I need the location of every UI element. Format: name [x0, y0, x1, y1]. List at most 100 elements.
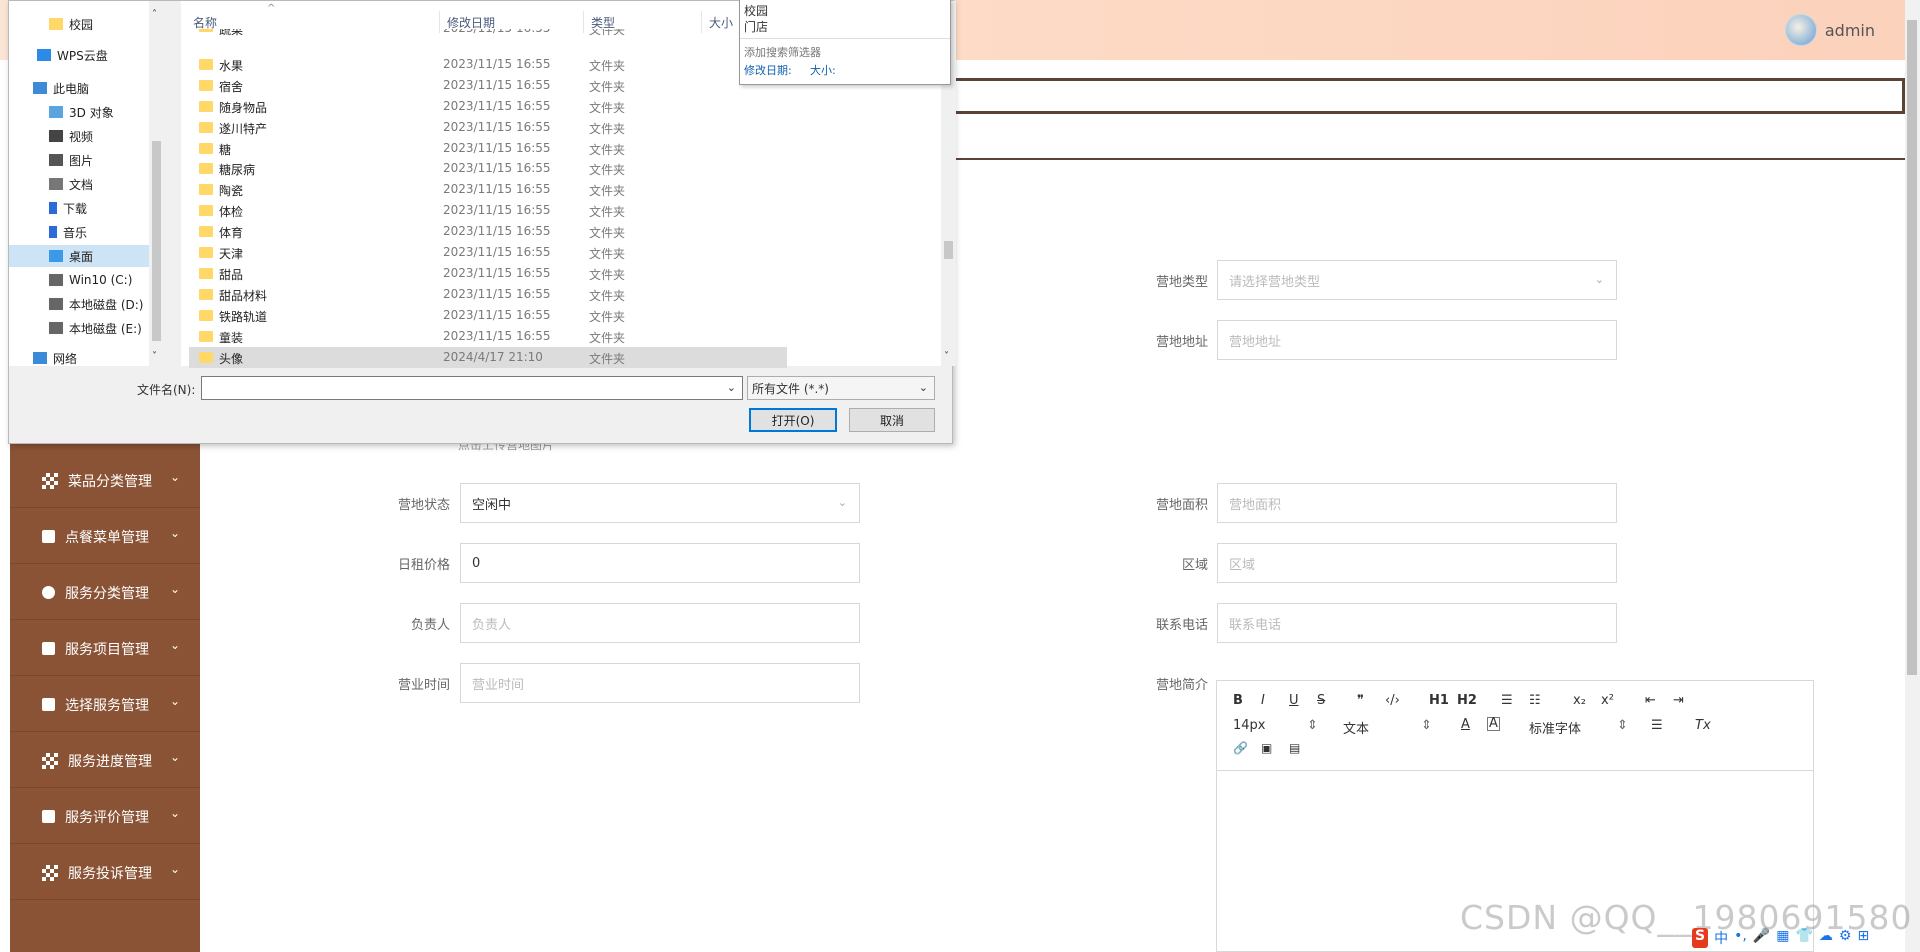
filetype-select[interactable]: 所有文件 (*.*) ⌄ [747, 376, 935, 400]
nav-item[interactable]: 视频 [9, 125, 149, 147]
file-row[interactable]: 遂川特产 2023/11/15 16:55 文件夹 [189, 117, 787, 138]
editor-toolbar-button[interactable]: U [1289, 693, 1299, 708]
file-row[interactable]: 宿舍 2023/11/15 16:55 文件夹 [189, 75, 787, 96]
nav-item[interactable]: 音乐 [9, 221, 149, 243]
daily-price-input[interactable]: 0 [460, 543, 860, 583]
editor-toolbar-button[interactable]: x² [1601, 693, 1614, 708]
suggestion-item[interactable]: 门店 [744, 18, 768, 35]
username[interactable]: admin [1825, 21, 1875, 40]
region-input[interactable]: 区域 [1217, 543, 1617, 583]
nav-item[interactable]: 下载 [9, 197, 149, 219]
phone-input[interactable]: 联系电话 [1217, 603, 1617, 643]
tray-icon[interactable]: 🎤 [1753, 928, 1770, 948]
cube-icon [49, 106, 63, 118]
file-row[interactable]: 水果 2023/11/15 16:55 文件夹 [189, 54, 787, 75]
file-row[interactable]: 甜品材料 2023/11/15 16:55 文件夹 [189, 284, 787, 305]
nav-item[interactable]: Win10 (C:) [9, 269, 149, 291]
file-row[interactable]: 糖尿病 2023/11/15 16:55 文件夹 [189, 158, 787, 179]
editor-toolbar-button[interactable]: ☰ [1501, 693, 1513, 708]
filter-size-link[interactable]: 大小: [810, 62, 836, 78]
clear-format-button[interactable]: Tx [1695, 718, 1711, 733]
editor-toolbar-button[interactable]: H2 [1457, 693, 1477, 708]
file-row[interactable]: 甜品 2023/11/15 16:55 文件夹 [189, 263, 787, 284]
editor-toolbar-button[interactable]: ☷ [1529, 693, 1541, 708]
open-button[interactable]: 打开(O) [749, 408, 837, 432]
suggestion-item[interactable]: 校园 [744, 2, 768, 19]
text-type-select[interactable]: 文本 [1343, 718, 1369, 737]
file-row[interactable]: 天津 2023/11/15 16:55 文件夹 [189, 242, 787, 263]
nav-item[interactable]: WPS云盘 [9, 44, 149, 66]
venue-address-input[interactable]: 营地地址 [1217, 320, 1617, 360]
editor-toolbar-button[interactable]: ‹/› [1385, 693, 1400, 708]
filter-date-link[interactable]: 修改日期: [744, 62, 792, 78]
sidebar-item[interactable]: 选择服务管理 ⌄ [10, 678, 200, 732]
editor-toolbar-button[interactable]: H1 [1429, 693, 1449, 708]
tray-icon[interactable]: 👕 [1795, 928, 1812, 948]
editor-toolbar-button[interactable]: x₂ [1573, 693, 1586, 708]
scroll-down-icon[interactable]: ˅ [944, 351, 949, 362]
file-row[interactable]: 蔬菜 2023/11/15 16:55 文件夹 [189, 29, 787, 41]
nav-item[interactable]: 网络 [9, 347, 149, 369]
file-scroll-thumb[interactable] [944, 241, 953, 259]
file-row[interactable]: 铁路轨道 2023/11/15 16:55 文件夹 [189, 305, 787, 326]
file-row[interactable]: 糖 2023/11/15 16:55 文件夹 [189, 138, 787, 159]
editor-toolbar-button[interactable]: S [1317, 693, 1325, 708]
nav-item[interactable]: 校园 [9, 13, 149, 35]
video-icon[interactable]: ▤ [1289, 741, 1300, 755]
filename-input[interactable]: ⌄ [201, 376, 743, 400]
sidebar-item[interactable]: 服务投诉管理 ⌄ [10, 846, 200, 900]
nav-item[interactable]: 图片 [9, 149, 149, 171]
font-size-select[interactable]: 14px [1233, 718, 1266, 733]
file-row[interactable]: 头像 2024/4/17 21:10 文件夹 [189, 346, 787, 368]
venue-area-input[interactable]: 营地面积 [1217, 483, 1617, 523]
tray-icon[interactable]: S [1692, 928, 1709, 948]
manager-input[interactable]: 负责人 [460, 603, 860, 643]
sidebar-item[interactable]: 菜品分类管理 ⌄ [10, 454, 200, 508]
file-row[interactable]: 体检 2023/11/15 16:55 文件夹 [189, 200, 787, 221]
venue-type-select[interactable]: 请选择营地类型 ⌄ [1217, 260, 1617, 300]
font-color-button[interactable]: A [1461, 717, 1470, 732]
image-icon[interactable]: ▣ [1261, 741, 1272, 755]
tray-icon[interactable]: ⚙ [1839, 928, 1852, 948]
venue-status-select[interactable]: 空闲中 ⌄ [460, 483, 860, 523]
nav-scroll-thumb[interactable] [152, 141, 161, 341]
background-color-button[interactable]: A [1487, 717, 1500, 731]
file-row[interactable]: 童装 2023/11/15 16:55 文件夹 [189, 326, 787, 347]
file-row[interactable]: 随身物品 2023/11/15 16:55 文件夹 [189, 96, 787, 117]
tray-icon[interactable]: ▦ [1776, 928, 1789, 948]
tray-icon[interactable]: 中 [1714, 928, 1728, 948]
editor-toolbar-button[interactable]: ⇤ [1645, 693, 1656, 708]
nav-scrollbar[interactable]: ˄ ˅ [149, 1, 164, 366]
page-scroll-thumb[interactable] [1907, 20, 1917, 675]
editor-toolbar-button[interactable]: B [1233, 693, 1243, 708]
editor-toolbar-button[interactable]: ❞ [1357, 693, 1364, 708]
chevron-down-icon[interactable]: ⌄ [727, 381, 736, 394]
file-row[interactable]: 陶瓷 2023/11/15 16:55 文件夹 [189, 179, 787, 200]
tray-icon[interactable]: •, [1734, 928, 1747, 948]
font-family-select[interactable]: 标准字体 [1529, 718, 1581, 737]
file-row[interactable]: 体育 2023/11/15 16:55 文件夹 [189, 221, 787, 242]
user-menu[interactable]: admin [1784, 14, 1875, 46]
sidebar-item[interactable]: 服务评价管理 ⌄ [10, 790, 200, 844]
sidebar-item[interactable]: 点餐菜单管理 ⌄ [10, 510, 200, 564]
nav-item[interactable]: 桌面 [9, 245, 149, 267]
cancel-button[interactable]: 取消 [849, 408, 935, 432]
nav-item[interactable]: 此电脑 [9, 77, 149, 99]
editor-toolbar-button[interactable]: ⇥ [1673, 693, 1684, 708]
tray-icon[interactable]: ☁ [1819, 928, 1833, 948]
sidebar-item[interactable]: 服务分类管理 ⌄ [10, 566, 200, 620]
scroll-down-icon[interactable]: ˅ [152, 351, 157, 362]
scroll-up-icon[interactable]: ˄ [152, 9, 157, 20]
nav-item[interactable]: 本地磁盘 (E:) [9, 317, 149, 339]
sidebar-item[interactable]: 服务项目管理 ⌄ [10, 622, 200, 676]
sidebar-item[interactable]: 服务进度管理 ⌄ [10, 734, 200, 788]
hours-input[interactable]: 营业时间 [460, 663, 860, 703]
tray-icon[interactable]: ⊞ [1857, 928, 1869, 948]
link-icon[interactable]: 🔗 [1233, 741, 1248, 755]
align-button[interactable]: ☰ [1651, 718, 1663, 733]
editor-toolbar-button[interactable]: I [1261, 693, 1265, 708]
avatar[interactable] [1784, 14, 1817, 46]
nav-item[interactable]: 3D 对象 [9, 101, 149, 123]
nav-item[interactable]: 文档 [9, 173, 149, 195]
nav-item[interactable]: 本地磁盘 (D:) [9, 293, 149, 315]
